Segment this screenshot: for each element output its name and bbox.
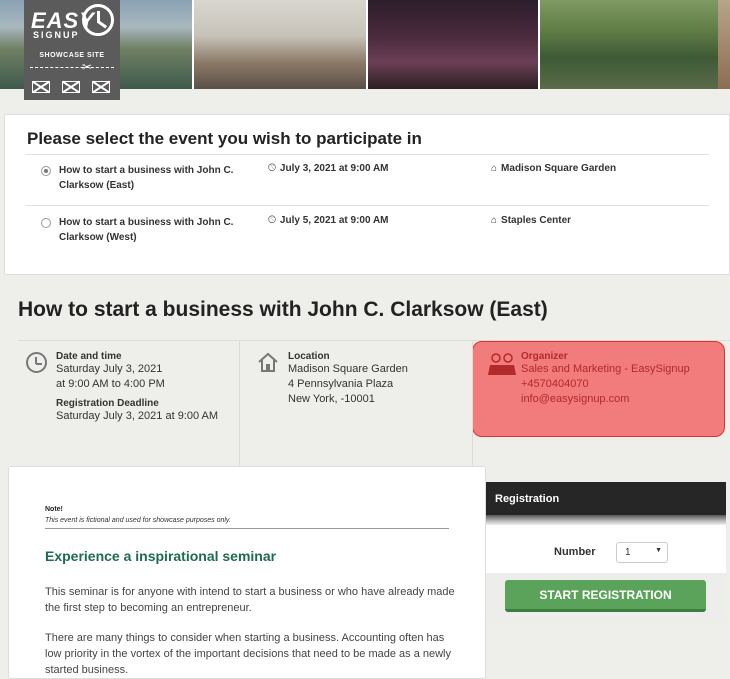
- event-title: How to start a business with John C. Cla…: [18, 298, 548, 321]
- people-icon: [488, 353, 516, 375]
- venue-city: New York, -10001: [288, 393, 375, 405]
- logo-envelopes: [32, 81, 110, 93]
- location-label: Location: [288, 351, 330, 362]
- registration-body: Number 1 ▼: [486, 525, 726, 573]
- event-date: Saturday July 3, 2021: [56, 363, 163, 375]
- venue-address: 4 Pennsylvania Plaza: [288, 378, 394, 390]
- banner-photo-edge: [718, 0, 730, 89]
- event-radio[interactable]: [41, 166, 51, 176]
- event-option-date-text: July 3, 2021 at 9:00 AM: [279, 163, 389, 174]
- datetime-label: Date and time: [56, 351, 122, 362]
- event-option-date: 🕓︎ July 3, 2021 at 9:00 AM: [268, 163, 389, 174]
- scissors-icon: ✂: [82, 60, 93, 74]
- event-option-row[interactable]: How to start a business with John C. Cla…: [25, 207, 709, 259]
- description-paragraph: There are many things to consider when s…: [45, 632, 451, 676]
- organizer-name: Sales and Marketing - EasySignup: [521, 363, 690, 375]
- venue-name: Madison Square Garden: [288, 363, 408, 375]
- event-option-venue: ⌂ Staples Center: [491, 215, 571, 226]
- site-logo[interactable]: EASY SIGNUP SHOWCASE SITE ✂: [24, 0, 120, 100]
- event-description-panel: Note! This event is fictional and used f…: [8, 466, 486, 679]
- clock-icon: 🕓︎: [268, 163, 276, 174]
- number-select-value: 1: [625, 547, 631, 558]
- logo-showcase-text: SHOWCASE SITE: [39, 52, 105, 59]
- location-column: Location Madison Square Garden 4 Pennsyl…: [240, 341, 473, 467]
- event-option-date-text: July 5, 2021 at 9:00 AM: [279, 215, 389, 226]
- selector-title: Please select the event you wish to part…: [27, 129, 422, 148]
- event-option-name: How to start a business with John C. Cla…: [59, 217, 234, 243]
- event-option-date: 🕓︎ July 5, 2021 at 9:00 AM: [268, 215, 389, 226]
- registration-panel: Registration Number 1 ▼ START REGISTRATI…: [486, 482, 726, 618]
- start-registration-button[interactable]: START REGISTRATION: [505, 580, 706, 612]
- organizer-email[interactable]: info@easysignup.com: [521, 392, 690, 407]
- event-option-venue-text: Staples Center: [501, 215, 572, 226]
- logo-signup-text: SIGNUP: [33, 30, 80, 40]
- event-selector-panel: Please select the event you wish to part…: [4, 114, 730, 275]
- event-option-row[interactable]: How to start a business with John C. Cla…: [25, 154, 709, 206]
- banner-photo-forest: [540, 0, 718, 89]
- banner-photo-tables: [194, 0, 366, 89]
- house-icon: [258, 352, 278, 372]
- chevron-down-icon: ▼: [655, 547, 662, 554]
- registration-title: Registration: [486, 482, 726, 515]
- house-icon: ⌂: [491, 163, 498, 174]
- note-text: This event is fictional and used for sho…: [45, 517, 231, 524]
- datetime-column: Date and time Saturday July 3, 2021 at 9…: [18, 341, 240, 467]
- clock-logo-icon: [82, 4, 114, 36]
- number-label: Number: [554, 546, 596, 558]
- note-heading: Note!: [45, 506, 63, 513]
- organizer-label: Organizer: [521, 351, 568, 362]
- seminar-title: Experience a inspirational seminar: [45, 548, 277, 564]
- event-option-venue: ⌂ Madison Square Garden: [491, 163, 616, 174]
- deadline-value: Saturday July 3, 2021 at 9:00 AM: [56, 410, 219, 422]
- event-option-venue-text: Madison Square Garden: [501, 163, 617, 174]
- house-icon: ⌂: [491, 215, 498, 226]
- clock-icon: 🕓︎: [268, 215, 276, 226]
- description-paragraph: This seminar is for anyone with intend t…: [45, 586, 455, 614]
- banner-photo-stage: [368, 0, 538, 89]
- event-option-name: How to start a business with John C. Cla…: [59, 165, 234, 191]
- organizer-phone[interactable]: +4570404070: [521, 377, 690, 392]
- deadline-label: Registration Deadline: [56, 398, 159, 409]
- registration-band: [486, 515, 726, 525]
- envelope-icon: [32, 81, 50, 93]
- organizer-column: Organizer Sales and Marketing - EasySign…: [473, 341, 730, 467]
- clock-icon: [26, 352, 47, 373]
- note-divider: [45, 528, 449, 529]
- event-radio[interactable]: [41, 218, 51, 228]
- number-select[interactable]: 1 ▼: [616, 542, 668, 563]
- logo-cut-line: [30, 67, 114, 68]
- event-info-strip: Date and time Saturday July 3, 2021 at 9…: [18, 340, 730, 467]
- envelope-icon: [62, 81, 80, 93]
- event-time: at 9:00 AM to 4:00 PM: [56, 378, 165, 390]
- envelope-icon: [92, 81, 110, 93]
